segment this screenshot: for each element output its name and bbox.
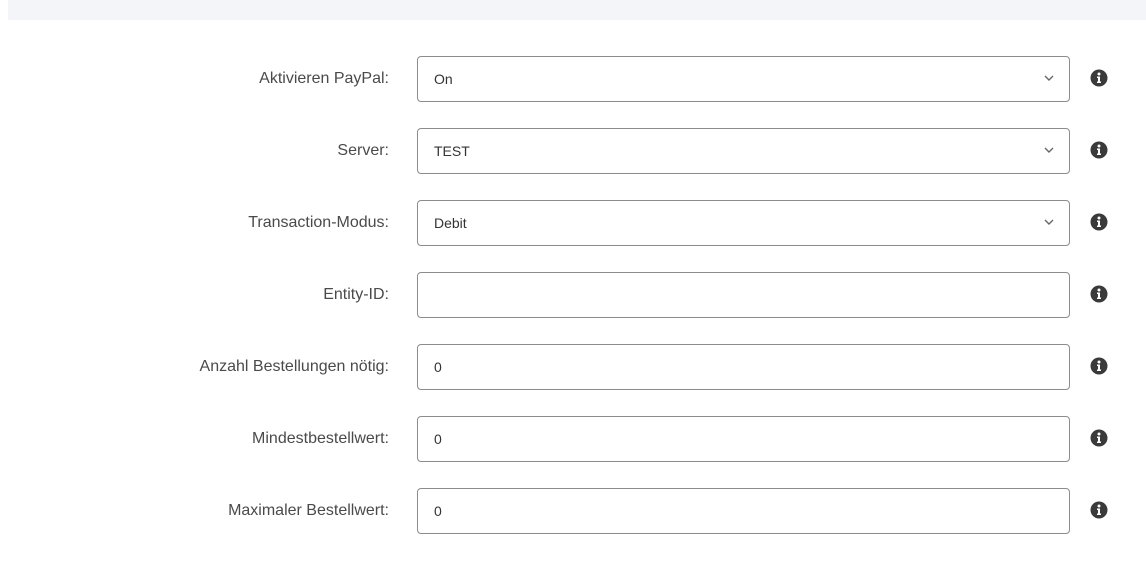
required-orders-value: 0: [434, 359, 442, 375]
activate-paypal-label: Aktivieren PayPal:: [259, 70, 389, 87]
top-strip: [8, 0, 1146, 20]
server-select[interactable]: TEST: [417, 128, 1070, 174]
info-icon[interactable]: [1090, 285, 1108, 303]
form-row-required-orders: Anzahl Bestellungen nötig: 0: [0, 343, 1146, 391]
transaction-mode-select[interactable]: Debit: [417, 200, 1070, 246]
settings-page: Aktivieren PayPal: On Server: TEST Trans…: [0, 0, 1146, 586]
info-icon[interactable]: [1090, 501, 1108, 519]
chevron-down-icon: [1044, 147, 1054, 153]
max-order-value-value: 0: [434, 503, 442, 519]
min-order-value-value: 0: [434, 431, 442, 447]
entity-id-label: Entity-ID:: [323, 286, 389, 303]
required-orders-input[interactable]: 0: [417, 344, 1070, 390]
info-icon[interactable]: [1090, 141, 1108, 159]
min-order-value-label: Mindestbestellwert:: [252, 430, 389, 447]
required-orders-label: Anzahl Bestellungen nötig:: [199, 358, 389, 375]
form-row-server: Server: TEST: [0, 127, 1146, 175]
server-label: Server:: [337, 142, 389, 159]
form-row-entity-id: Entity-ID:: [0, 271, 1146, 319]
activate-paypal-select[interactable]: On: [417, 56, 1070, 102]
entity-id-input[interactable]: [417, 272, 1070, 318]
server-value: TEST: [434, 143, 470, 159]
form-row-transaction-mode: Transaction-Modus: Debit: [0, 199, 1146, 247]
form-row-max-order-value: Maximaler Bestellwert: 0: [0, 487, 1146, 535]
paypal-settings-form: Aktivieren PayPal: On Server: TEST Trans…: [0, 55, 1146, 559]
transaction-mode-value: Debit: [434, 215, 467, 231]
activate-paypal-value: On: [434, 71, 453, 87]
min-order-value-input[interactable]: 0: [417, 416, 1070, 462]
chevron-down-icon: [1044, 219, 1054, 225]
info-icon[interactable]: [1090, 429, 1108, 447]
max-order-value-input[interactable]: 0: [417, 488, 1070, 534]
transaction-mode-label: Transaction-Modus:: [248, 214, 389, 231]
form-row-min-order-value: Mindestbestellwert: 0: [0, 415, 1146, 463]
chevron-down-icon: [1044, 75, 1054, 81]
max-order-value-label: Maximaler Bestellwert:: [228, 502, 389, 519]
info-icon[interactable]: [1090, 357, 1108, 375]
info-icon[interactable]: [1090, 213, 1108, 231]
info-icon[interactable]: [1090, 69, 1108, 87]
form-row-activate-paypal: Aktivieren PayPal: On: [0, 55, 1146, 103]
